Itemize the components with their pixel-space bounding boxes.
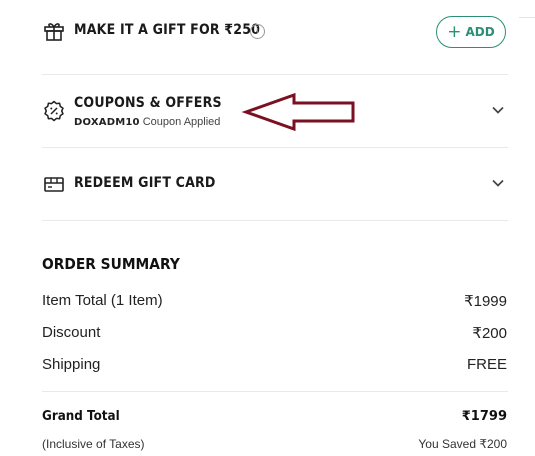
divider — [42, 74, 508, 75]
order-summary-title: ORDER SUMMARY — [42, 255, 180, 273]
divider — [42, 391, 508, 392]
summary-line-value: ₹200 — [472, 325, 507, 342]
gift-card-title: REDEEM GIFT CARD — [74, 175, 216, 191]
summary-line-label: Discount — [42, 324, 101, 341]
grand-total-label: Grand Total — [42, 409, 120, 424]
plus-icon: + — [447, 21, 462, 42]
summary-line-item-total: Item Total (1 Item) ₹1999 — [42, 292, 507, 310]
chevron-down-icon[interactable] — [491, 176, 505, 190]
info-icon[interactable]: i — [250, 24, 265, 39]
coupon-applied-text: DOXADM10 Coupon Applied — [74, 116, 220, 128]
add-button-label: ADD — [465, 25, 495, 39]
add-gift-button[interactable]: + ADD — [436, 16, 506, 48]
coupons-title: COUPONS & OFFERS — [74, 95, 222, 111]
saved-amount: You Saved ₹200 — [418, 437, 507, 451]
summary-line-shipping: Shipping FREE — [42, 356, 507, 373]
grand-total-row: Grand Total ₹1799 — [42, 409, 507, 424]
summary-line-discount: Discount ₹200 — [42, 324, 507, 342]
divider — [42, 220, 508, 221]
summary-line-value: FREE — [466, 356, 507, 373]
tax-row: (Inclusive of Taxes) You Saved ₹200 — [42, 437, 507, 451]
gift-icon — [44, 23, 64, 41]
top-edge-line — [519, 17, 535, 18]
summary-line-value: ₹1999 — [464, 293, 507, 310]
gift-card-icon — [44, 177, 64, 192]
tax-note: (Inclusive of Taxes) — [42, 437, 145, 451]
summary-line-label: Shipping — [42, 356, 101, 373]
divider — [42, 147, 508, 148]
annotation-arrow-icon — [241, 92, 355, 132]
grand-total-value: ₹1799 — [461, 409, 507, 424]
coupon-badge-icon — [44, 100, 64, 122]
chevron-down-icon[interactable] — [491, 103, 505, 117]
summary-line-label: Item Total (1 Item) — [42, 292, 163, 309]
coupon-status: Coupon Applied — [142, 116, 221, 128]
gift-title: MAKE IT A GIFT FOR ₹250 — [74, 22, 261, 38]
coupon-code: DOXADM10 — [74, 117, 140, 128]
